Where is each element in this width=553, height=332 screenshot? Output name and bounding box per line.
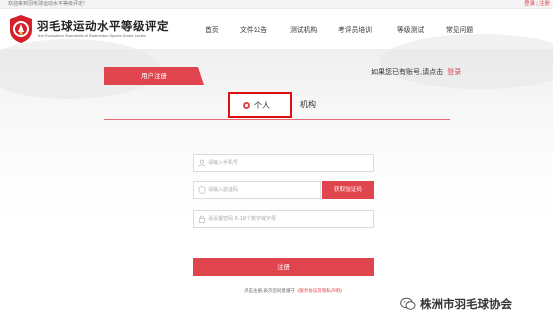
agreement-prefix: 点击注册,表示您同意遵守 (244, 289, 295, 294)
auth-links: 登录|注册 (524, 0, 550, 9)
agreement-text: 点击注册,表示您同意遵守《服务协议及隐私声明》 (244, 288, 344, 294)
user-icon (198, 159, 206, 167)
code-field[interactable] (193, 181, 321, 199)
nav-examiner-training[interactable]: 考评员培训 (338, 24, 372, 34)
nav-test-institutions[interactable]: 测试机构 (290, 24, 317, 34)
tab-personal-label: 个人 (254, 101, 270, 110)
phone-input[interactable] (208, 156, 368, 170)
login-hint-text: 如果您已有账号,请点击 (371, 68, 444, 76)
account-type-tabs: 个人 机构 (104, 92, 450, 120)
shield-icon (198, 186, 206, 194)
agreement-link[interactable]: 《服务协议及隐私声明》 (295, 289, 345, 294)
welcome-text: 欢迎来到羽毛球运动水平等级评定! (8, 1, 86, 7)
password-field[interactable] (193, 210, 374, 228)
nav-home[interactable]: 首页 (205, 24, 219, 34)
register-tab: 用户注册 (104, 67, 204, 85)
code-input[interactable] (208, 183, 318, 197)
password-input[interactable] (208, 212, 368, 226)
watermark-text: 株洲市羽毛球协会 (420, 297, 512, 311)
nav-grade-test[interactable]: 等级测试 (397, 24, 424, 34)
lock-icon (198, 215, 206, 223)
phone-field[interactable] (193, 154, 374, 172)
bg-blob (380, 34, 553, 89)
get-code-button[interactable]: 获取验证码 (322, 181, 374, 199)
tab-personal[interactable]: 个人 (228, 92, 292, 118)
radio-selected-icon (243, 102, 250, 109)
wechat-icon (400, 297, 416, 310)
login-hint: 如果您已有账号,请点击 登录 (371, 67, 461, 77)
top-register-link[interactable]: 注册 (539, 1, 550, 7)
nav-faq[interactable]: 常见问题 (446, 24, 473, 34)
watermark: 株洲市羽毛球协会 (400, 296, 550, 312)
nav-announcements[interactable]: 文件公告 (240, 24, 267, 34)
register-submit-button[interactable]: 注册 (193, 258, 374, 276)
tab-organization[interactable]: 机构 (300, 99, 316, 110)
top-bar: 欢迎来到羽毛球运动水平等级评定! 登录|注册 (0, 0, 553, 9)
top-login-link[interactable]: 登录 (524, 1, 535, 7)
login-link[interactable]: 登录 (447, 68, 461, 76)
